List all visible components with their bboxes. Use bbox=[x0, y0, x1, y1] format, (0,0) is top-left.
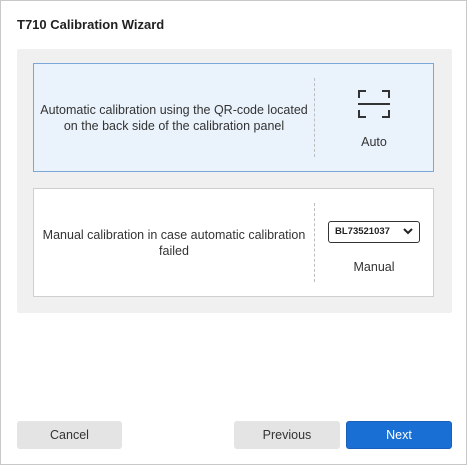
auto-calibration-side: Auto bbox=[315, 64, 433, 171]
manual-calibration-side: BL73521037 Manual bbox=[315, 189, 433, 296]
manual-calibration-description: Manual calibration in case automatic cal… bbox=[42, 227, 306, 258]
auto-label: Auto bbox=[361, 135, 387, 149]
serial-number-select[interactable]: BL73521037 bbox=[328, 221, 420, 243]
window-title: T710 Calibration Wizard bbox=[17, 17, 165, 32]
chevron-down-icon bbox=[403, 228, 413, 235]
manual-calibration-option[interactable]: Manual calibration in case automatic cal… bbox=[33, 188, 434, 297]
next-button[interactable]: Next bbox=[346, 421, 452, 449]
cancel-button[interactable]: Cancel bbox=[17, 421, 122, 449]
qr-scan-icon bbox=[358, 90, 390, 118]
calibration-wizard-window: T710 Calibration Wizard Automatic calibr… bbox=[0, 0, 467, 465]
serial-number-value: BL73521037 bbox=[335, 226, 390, 237]
calibration-options-panel: Automatic calibration using the QR-code … bbox=[17, 49, 452, 313]
auto-calibration-description: Automatic calibration using the QR-code … bbox=[40, 102, 308, 133]
previous-button[interactable]: Previous bbox=[234, 421, 340, 449]
manual-label: Manual bbox=[353, 260, 395, 274]
auto-calibration-option[interactable]: Automatic calibration using the QR-code … bbox=[33, 63, 434, 172]
